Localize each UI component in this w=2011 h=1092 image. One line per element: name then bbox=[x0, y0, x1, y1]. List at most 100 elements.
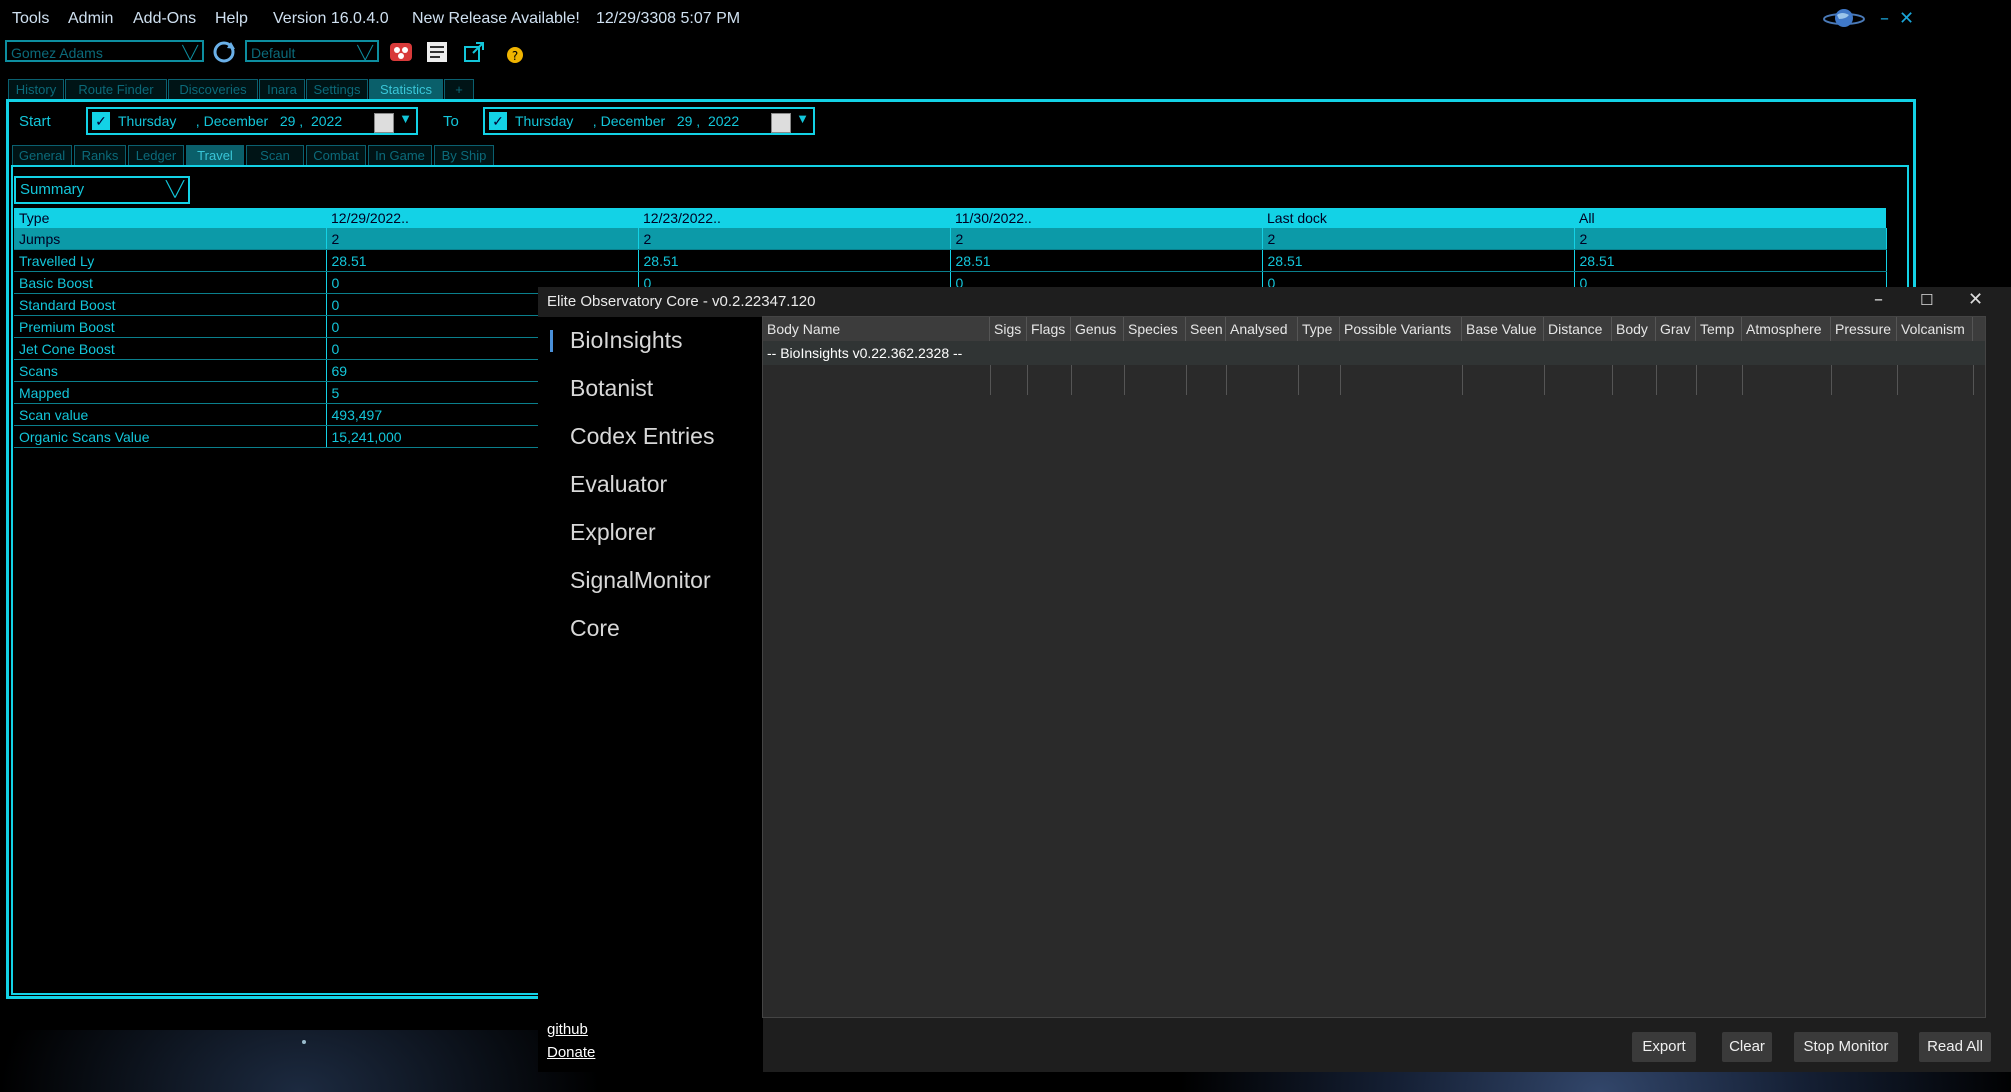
chevron-down-icon: ╲╱ bbox=[182, 45, 198, 60]
table-row[interactable]: -- BioInsights v0.22.362.2328 -- bbox=[763, 341, 1985, 365]
tab-combat[interactable]: Combat bbox=[306, 145, 366, 165]
popout-icon[interactable] bbox=[461, 39, 487, 65]
menu-add-ons[interactable]: Add-Ons bbox=[133, 10, 196, 28]
column-header[interactable]: Flags bbox=[1027, 317, 1071, 341]
tab-ledger[interactable]: Ledger bbox=[128, 145, 184, 165]
menu-help[interactable]: Help bbox=[215, 10, 248, 28]
maximize-icon[interactable]: ☐ bbox=[1920, 291, 1933, 309]
export-button[interactable]: Export bbox=[1632, 1032, 1696, 1062]
nav-bioinsights[interactable]: BioInsights bbox=[570, 327, 683, 354]
profile-select[interactable]: Default ╲╱ bbox=[245, 40, 379, 62]
notes-icon[interactable] bbox=[424, 39, 450, 65]
tab-travel[interactable]: Travel bbox=[186, 145, 244, 165]
column-header[interactable]: All bbox=[1574, 208, 1886, 228]
tab-add[interactable]: + bbox=[444, 79, 474, 99]
column-header[interactable]: Grav bbox=[1656, 317, 1696, 341]
start-label: Start bbox=[19, 113, 51, 130]
new-release-link[interactable]: New Release Available! bbox=[412, 10, 580, 28]
menu-admin[interactable]: Admin bbox=[68, 10, 113, 28]
tab-settings[interactable]: Settings bbox=[306, 79, 368, 99]
read-all-button[interactable]: Read All bbox=[1919, 1032, 1991, 1062]
column-header[interactable]: Seen bbox=[1186, 317, 1226, 341]
column-header[interactable]: 12/23/2022.. bbox=[638, 208, 950, 228]
nav-botanist[interactable]: Botanist bbox=[570, 375, 653, 402]
start-date-checkbox[interactable]: ✓ bbox=[92, 112, 110, 130]
column-header[interactable]: Body Name bbox=[763, 317, 990, 341]
column-header[interactable]: Volcanism bbox=[1897, 317, 1973, 341]
start-date-value: Thursday , December 29 , 2022 bbox=[118, 113, 343, 129]
nav-core[interactable]: Core bbox=[570, 615, 620, 642]
commander-select-value: Gomez Adams bbox=[11, 45, 103, 61]
donate-link[interactable]: Donate bbox=[547, 1044, 595, 1061]
row-label: Jet Cone Boost bbox=[14, 337, 327, 360]
column-header[interactable]: Genus bbox=[1071, 317, 1124, 341]
column-divider bbox=[1742, 365, 1743, 395]
tab-route-finder[interactable]: Route Finder bbox=[65, 79, 167, 99]
tab-discoveries[interactable]: Discoveries bbox=[168, 79, 258, 99]
summary-select[interactable]: Summary ╲╱ bbox=[14, 176, 190, 204]
nav-evaluator[interactable]: Evaluator bbox=[570, 471, 667, 498]
table-cell: 2 bbox=[950, 228, 1263, 250]
desktop-star bbox=[302, 1040, 306, 1044]
column-header[interactable]: Type bbox=[1298, 317, 1340, 341]
table-cell: 28.51 bbox=[1262, 249, 1575, 272]
nav-signalmonitor[interactable]: SignalMonitor bbox=[570, 567, 711, 594]
nav-explorer[interactable]: Explorer bbox=[570, 519, 656, 546]
column-header[interactable]: Possible Variants bbox=[1340, 317, 1462, 341]
table-row[interactable]: Jumps 2 2 2 2 2 bbox=[14, 228, 1887, 250]
end-date-picker[interactable]: ✓ Thursday , December 29 , 2022 ▼ bbox=[483, 107, 815, 135]
row-label: Standard Boost bbox=[14, 293, 327, 316]
version-label: Version 16.0.4.0 bbox=[273, 10, 389, 27]
column-divider bbox=[1027, 365, 1028, 395]
column-header[interactable]: Analysed bbox=[1226, 317, 1298, 341]
table-cell: 2 bbox=[1574, 228, 1887, 250]
github-link[interactable]: github bbox=[547, 1021, 588, 1038]
menu-bar: Tools Admin Add-Ons Help Version 16.0.4.… bbox=[0, 0, 1920, 40]
tab-in-game[interactable]: In Game bbox=[368, 145, 432, 165]
3dmap-icon[interactable] bbox=[388, 39, 414, 65]
clear-button[interactable]: Clear bbox=[1722, 1032, 1772, 1062]
minimize-icon[interactable]: – bbox=[1874, 289, 1883, 310]
column-header[interactable]: Type bbox=[14, 208, 326, 228]
minimize-icon[interactable]: – bbox=[1880, 8, 1889, 29]
summary-select-value: Summary bbox=[20, 181, 85, 198]
column-header[interactable]: Species bbox=[1124, 317, 1186, 341]
tab-statistics[interactable]: Statistics bbox=[369, 79, 443, 99]
column-header[interactable]: 12/29/2022.. bbox=[326, 208, 638, 228]
dropdown-arrow-icon[interactable]: ▼ bbox=[796, 111, 809, 126]
stop-monitor-button[interactable]: Stop Monitor bbox=[1794, 1032, 1898, 1062]
tab-history[interactable]: History bbox=[8, 79, 64, 99]
observatory-window: Elite Observatory Core - v0.2.22347.120 … bbox=[538, 287, 2011, 1072]
column-header[interactable]: Distance bbox=[1544, 317, 1612, 341]
nav-codex-entries[interactable]: Codex Entries bbox=[570, 423, 714, 450]
tab-ranks[interactable]: Ranks bbox=[74, 145, 126, 165]
start-date-picker[interactable]: ✓ Thursday , December 29 , 2022 ▼ bbox=[86, 107, 418, 135]
commander-select[interactable]: Gomez Adams ╲╱ bbox=[5, 40, 204, 62]
dropdown-arrow-icon[interactable]: ▼ bbox=[399, 111, 412, 126]
end-date-checkbox[interactable]: ✓ bbox=[489, 112, 507, 130]
close-icon[interactable]: ✕ bbox=[1968, 289, 1983, 310]
tab-inara[interactable]: Inara bbox=[259, 79, 305, 99]
column-header[interactable]: 11/30/2022.. bbox=[950, 208, 1262, 228]
column-header[interactable]: Temp bbox=[1696, 317, 1742, 341]
column-header[interactable]: Base Value bbox=[1462, 317, 1544, 341]
tab-general[interactable]: General bbox=[12, 145, 72, 165]
svg-text:?: ? bbox=[512, 49, 518, 63]
column-divider bbox=[1544, 365, 1545, 395]
column-header[interactable]: Atmosphere bbox=[1742, 317, 1831, 341]
table-row[interactable]: Travelled Ly 28.51 28.51 28.51 28.51 28.… bbox=[14, 249, 1887, 272]
column-header[interactable]: Sigs bbox=[990, 317, 1027, 341]
close-icon[interactable]: ✕ bbox=[1899, 8, 1914, 29]
menu-tools[interactable]: Tools bbox=[12, 10, 49, 28]
refresh-icon[interactable] bbox=[211, 39, 237, 65]
tab-scan[interactable]: Scan bbox=[246, 145, 304, 165]
calendar-icon[interactable] bbox=[771, 113, 791, 133]
row-label: Travelled Ly bbox=[14, 249, 327, 272]
tab-by-ship[interactable]: By Ship bbox=[434, 145, 494, 165]
help-icon[interactable]: ? bbox=[502, 39, 528, 65]
calendar-icon[interactable] bbox=[374, 113, 394, 133]
column-header[interactable]: Last dock bbox=[1262, 208, 1574, 228]
column-header[interactable]: Pressure bbox=[1831, 317, 1897, 341]
selected-indicator bbox=[550, 330, 553, 352]
column-header[interactable]: Body bbox=[1612, 317, 1656, 341]
